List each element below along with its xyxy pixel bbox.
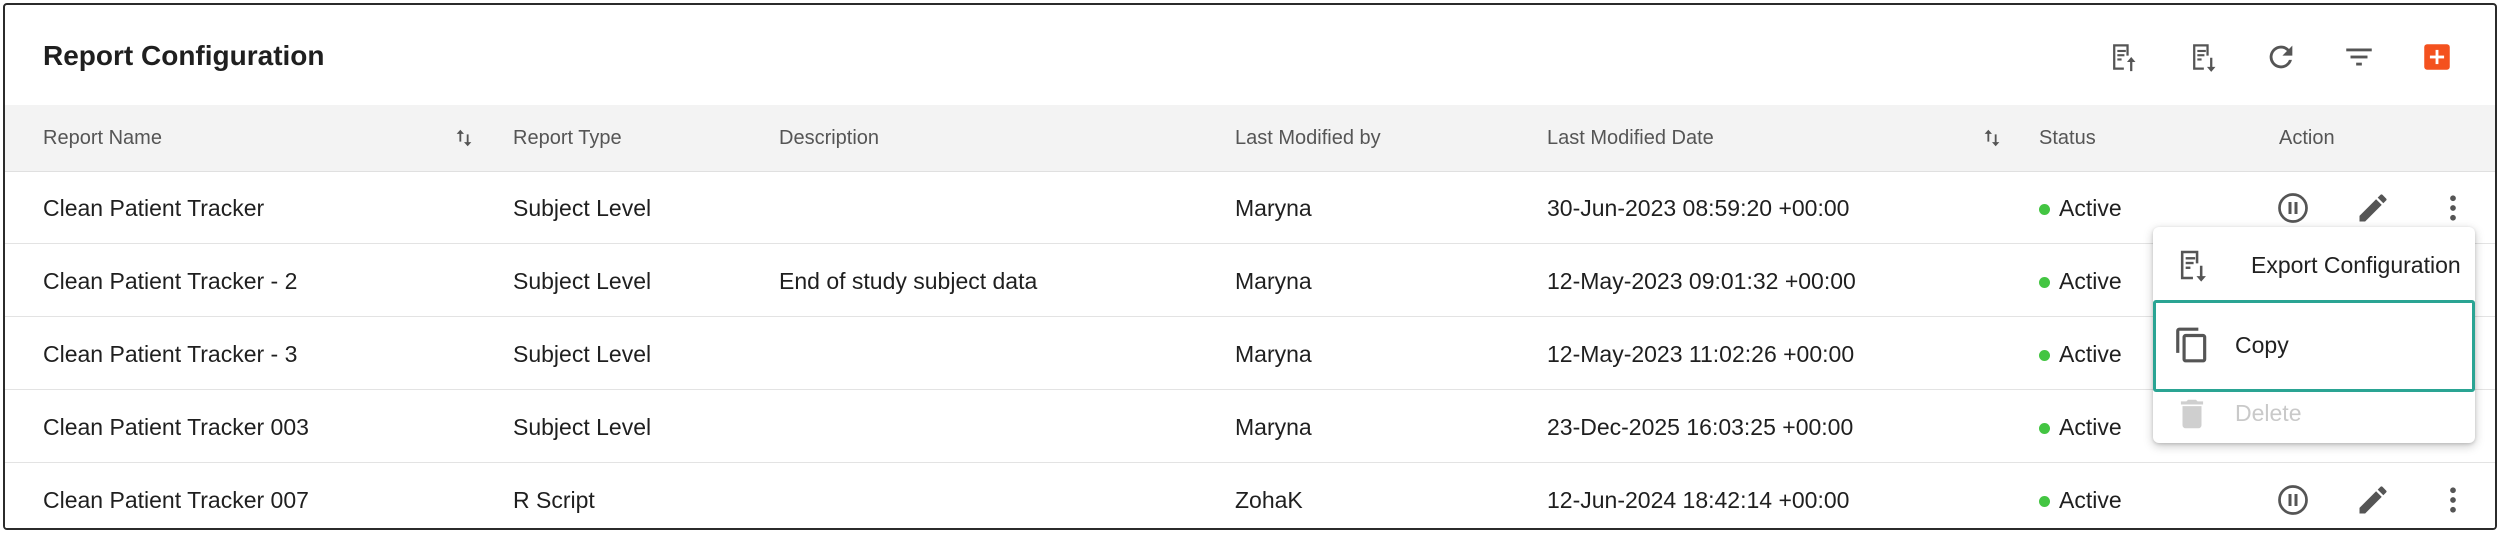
- report-configuration-panel: Report Configuration Report Name Report …: [3, 3, 2497, 530]
- panel-header: Report Configuration: [5, 5, 2495, 105]
- column-action: Action: [2279, 127, 2335, 149]
- menu-item-label: Delete: [2235, 400, 2302, 426]
- filter-icon: [2346, 48, 2372, 66]
- more-vertical-icon: [2450, 487, 2456, 513]
- pause-button[interactable]: [2275, 482, 2311, 518]
- cell-report-type: Subject Level: [513, 414, 652, 440]
- cell-status: Active: [2059, 414, 2122, 440]
- cell-last-modified-by: Maryna: [1235, 268, 1312, 294]
- table-row[interactable]: Clean Patient Tracker 003 Subject Level …: [5, 391, 2495, 463]
- status-dot: [2039, 204, 2050, 215]
- import-configuration-icon: [2113, 44, 2136, 72]
- cell-last-modified-by: ZohaK: [1235, 487, 1303, 513]
- cell-description: End of study subject data: [779, 268, 1038, 294]
- cell-last-modified-date: 12-May-2023 09:01:32 +00:00: [1547, 268, 1856, 294]
- page-title: Report Configuration: [43, 40, 325, 71]
- pause-circle-icon: [2278, 485, 2308, 515]
- sort-last-modified-date-button[interactable]: [1981, 127, 2003, 149]
- menu-item-label: Copy: [2235, 332, 2289, 358]
- pencil-icon: [2359, 486, 2387, 514]
- column-last-modified-by: Last Modified by: [1235, 127, 1381, 149]
- cell-report-name: Clean Patient Tracker 007: [43, 487, 309, 513]
- export-configuration-icon: [2193, 44, 2216, 72]
- cell-report-type: Subject Level: [513, 341, 652, 367]
- more-vertical-icon: [2450, 195, 2456, 221]
- cell-last-modified-date: 30-Jun-2023 08:59:20 +00:00: [1547, 195, 1850, 221]
- edit-button[interactable]: [2355, 190, 2391, 226]
- menu-item-copy[interactable]: Copy: [2153, 307, 2475, 383]
- status-dot: [2039, 496, 2050, 507]
- column-report-type: Report Type: [513, 127, 622, 149]
- cell-last-modified-by: Maryna: [1235, 341, 1312, 367]
- sort-icon: [1984, 129, 2000, 147]
- table-row[interactable]: Clean Patient Tracker 007 R Script ZohaK…: [5, 464, 2495, 528]
- cell-report-type: Subject Level: [513, 268, 652, 294]
- refresh-button[interactable]: [2259, 35, 2303, 79]
- table-row[interactable]: Clean Patient Tracker - 3 Subject Level …: [5, 318, 2495, 390]
- sort-report-name-button[interactable]: [453, 127, 475, 149]
- row-actions-menu: Export Configuration Copy Delete: [2153, 227, 2475, 443]
- cell-report-name: Clean Patient Tracker: [43, 195, 265, 221]
- more-options-button[interactable]: [2435, 190, 2471, 226]
- menu-item-label: Export Configuration: [2251, 252, 2461, 278]
- cell-status: Active: [2059, 341, 2122, 367]
- status-dot: [2039, 350, 2050, 361]
- pencil-icon: [2359, 194, 2387, 222]
- export-configuration-button[interactable]: [2181, 35, 2225, 79]
- more-options-button[interactable]: [2435, 482, 2471, 518]
- column-report-name: Report Name: [43, 127, 162, 149]
- cell-status: Active: [2059, 487, 2122, 513]
- sort-icon: [456, 129, 472, 147]
- cell-status: Active: [2059, 268, 2122, 294]
- cell-last-modified-by: Maryna: [1235, 195, 1312, 221]
- cell-report-type: R Script: [513, 487, 595, 513]
- cell-last-modified-date: 12-Jun-2024 18:42:14 +00:00: [1547, 487, 1850, 513]
- table-header: Report Name Report Type Description Last…: [5, 105, 2495, 172]
- edit-button[interactable]: [2355, 482, 2391, 518]
- import-configuration-button[interactable]: [2101, 35, 2145, 79]
- cell-report-name: Clean Patient Tracker - 3: [43, 341, 298, 367]
- pause-circle-icon: [2278, 193, 2308, 223]
- cell-last-modified-by: Maryna: [1235, 414, 1312, 440]
- status-dot: [2039, 277, 2050, 288]
- cell-status: Active: [2059, 195, 2122, 221]
- column-status: Status: [2039, 127, 2096, 149]
- cell-last-modified-date: 12-May-2023 11:02:26 +00:00: [1547, 341, 1855, 367]
- filter-button[interactable]: [2337, 35, 2381, 79]
- add-icon: [2424, 44, 2450, 70]
- pause-button[interactable]: [2275, 190, 2311, 226]
- cell-report-type: Subject Level: [513, 195, 652, 221]
- menu-item-export-configuration[interactable]: Export Configuration: [2153, 227, 2475, 303]
- export-configuration-icon: [2173, 246, 2211, 284]
- status-dot: [2039, 423, 2050, 434]
- delete-icon: [2173, 395, 2211, 433]
- table-row[interactable]: Clean Patient Tracker - 2 Subject Level …: [5, 245, 2495, 317]
- column-description: Description: [779, 127, 880, 149]
- column-last-modified-date: Last Modified Date: [1547, 127, 1714, 149]
- menu-item-delete: Delete: [2153, 383, 2475, 443]
- cell-report-name: Clean Patient Tracker - 2: [43, 268, 298, 294]
- copy-icon: [2173, 326, 2211, 364]
- cell-last-modified-date: 23-Dec-2025 16:03:25 +00:00: [1547, 414, 1854, 440]
- table-row[interactable]: Clean Patient Tracker Subject Level Mary…: [5, 172, 2495, 244]
- refresh-icon: [2269, 45, 2293, 69]
- add-report-button[interactable]: [2415, 35, 2459, 79]
- cell-report-name: Clean Patient Tracker 003: [43, 414, 309, 440]
